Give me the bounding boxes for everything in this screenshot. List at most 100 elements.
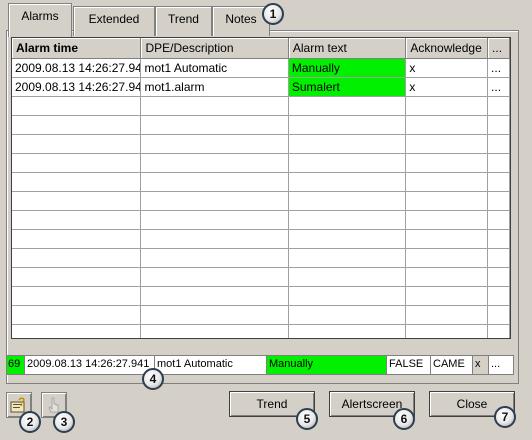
status-time: 2009.08.13 14:26:27.941 [25,356,155,374]
status-direction: CAME [431,356,473,374]
cell-description[interactable]: mot1 Automatic [141,59,289,78]
column-header-acknowledge[interactable]: Acknowledge [406,38,489,59]
status-line: 69 2009.08.13 14:26:27.941 mot1 Automati… [6,355,514,375]
empty-cell [141,325,289,338]
empty-cell [488,230,510,249]
empty-cell [488,116,510,135]
empty-cell [141,287,289,306]
empty-cell [288,211,407,230]
table-row-empty [12,154,510,173]
cell-alarm-text[interactable]: Sumalert [288,78,407,97]
tab-notes-label: Notes [225,12,257,26]
empty-rows [12,97,510,338]
empty-cell [406,154,489,173]
tab-extended[interactable]: Extended [73,6,155,36]
cell-alarm-time[interactable]: 2009.08.13 14:26:27.941 [12,78,142,97]
empty-cell [288,192,407,211]
cell-alarm-text[interactable]: Manually [288,59,407,78]
empty-cell [406,325,489,338]
empty-cell [141,154,289,173]
table-body: 2009.08.13 14:26:27.941 mot1 Automatic M… [12,59,510,338]
empty-cell [406,192,489,211]
empty-cell [488,154,510,173]
empty-cell [406,116,489,135]
cell-more[interactable]: ... [488,59,510,78]
table-row[interactable]: 2009.08.13 14:26:27.941 mot1 Automatic M… [12,59,510,78]
column-header-more[interactable]: ... [488,38,510,59]
callout-1: 1 [262,3,284,25]
empty-cell [141,192,289,211]
empty-cell [406,135,489,154]
table-row[interactable]: 2009.08.13 14:26:27.941 mot1.alarm Sumal… [12,78,510,97]
cell-alarm-time[interactable]: 2009.08.13 14:26:27.941 [12,59,142,78]
empty-cell [288,97,407,116]
column-header-alarm-text[interactable]: Alarm text [288,38,407,59]
empty-cell [141,306,289,325]
table-row-empty [12,268,510,287]
empty-cell [12,116,142,135]
empty-cell [488,268,510,287]
callout-3: 3 [53,411,75,433]
empty-cell [288,249,407,268]
empty-cell [406,230,489,249]
status-more: ... [491,358,501,370]
table-row-empty [12,249,510,268]
table-row-empty [12,116,510,135]
table-row-empty [12,192,510,211]
empty-cell [488,211,510,230]
empty-cell [288,287,407,306]
table-row-empty [12,230,510,249]
callout-4: 4 [142,368,164,390]
empty-cell [12,173,142,192]
empty-cell [406,306,489,325]
column-header-description[interactable]: DPE/Description [141,38,289,59]
cell-acknowledge[interactable]: x [406,78,489,97]
empty-cell [12,306,142,325]
tab-trend-label: Trend [168,12,199,26]
table-row-empty [12,135,510,154]
table-row-empty [12,306,510,325]
empty-cell [288,135,407,154]
empty-cell [12,268,142,287]
empty-cell [406,287,489,306]
status-alarm-text: Manually [267,356,387,374]
tab-alarms-label: Alarms [21,9,59,23]
empty-cell [141,116,289,135]
table-row-empty [12,211,510,230]
empty-cell [141,230,289,249]
status-description: mot1 Automatic [155,356,267,374]
empty-cell [288,306,407,325]
empty-cell [141,211,289,230]
column-header-alarm-time[interactable]: Alarm time [12,38,142,59]
status-priority: 69 [7,356,25,374]
empty-cell [488,325,510,338]
cell-acknowledge[interactable]: x [406,59,489,78]
empty-cell [141,135,289,154]
cell-description[interactable]: mot1.alarm [141,78,289,97]
cell-more[interactable]: ... [488,78,510,97]
svg-text:?: ? [18,395,25,409]
empty-cell [12,230,142,249]
empty-cell [406,249,489,268]
empty-cell [488,173,510,192]
empty-cell [488,97,510,116]
status-ack-state: FALSE [387,356,431,374]
alarm-table[interactable]: Alarm time DPE/Description Alarm text Ac… [11,37,511,339]
table-header: Alarm time DPE/Description Alarm text Ac… [12,38,510,59]
table-row-empty [12,325,510,338]
empty-cell [288,154,407,173]
empty-cell [12,154,142,173]
status-ack: x [473,356,489,374]
tab-alarms[interactable]: Alarms [8,3,72,37]
callout-6: 6 [393,408,415,430]
tab-trend[interactable]: Trend [155,6,212,36]
empty-cell [488,306,510,325]
empty-cell [12,97,142,116]
empty-cell [406,211,489,230]
empty-cell [141,173,289,192]
table-row-empty [12,173,510,192]
empty-cell [288,173,407,192]
table-row-empty [12,287,510,306]
empty-cell [12,135,142,154]
empty-cell [406,268,489,287]
